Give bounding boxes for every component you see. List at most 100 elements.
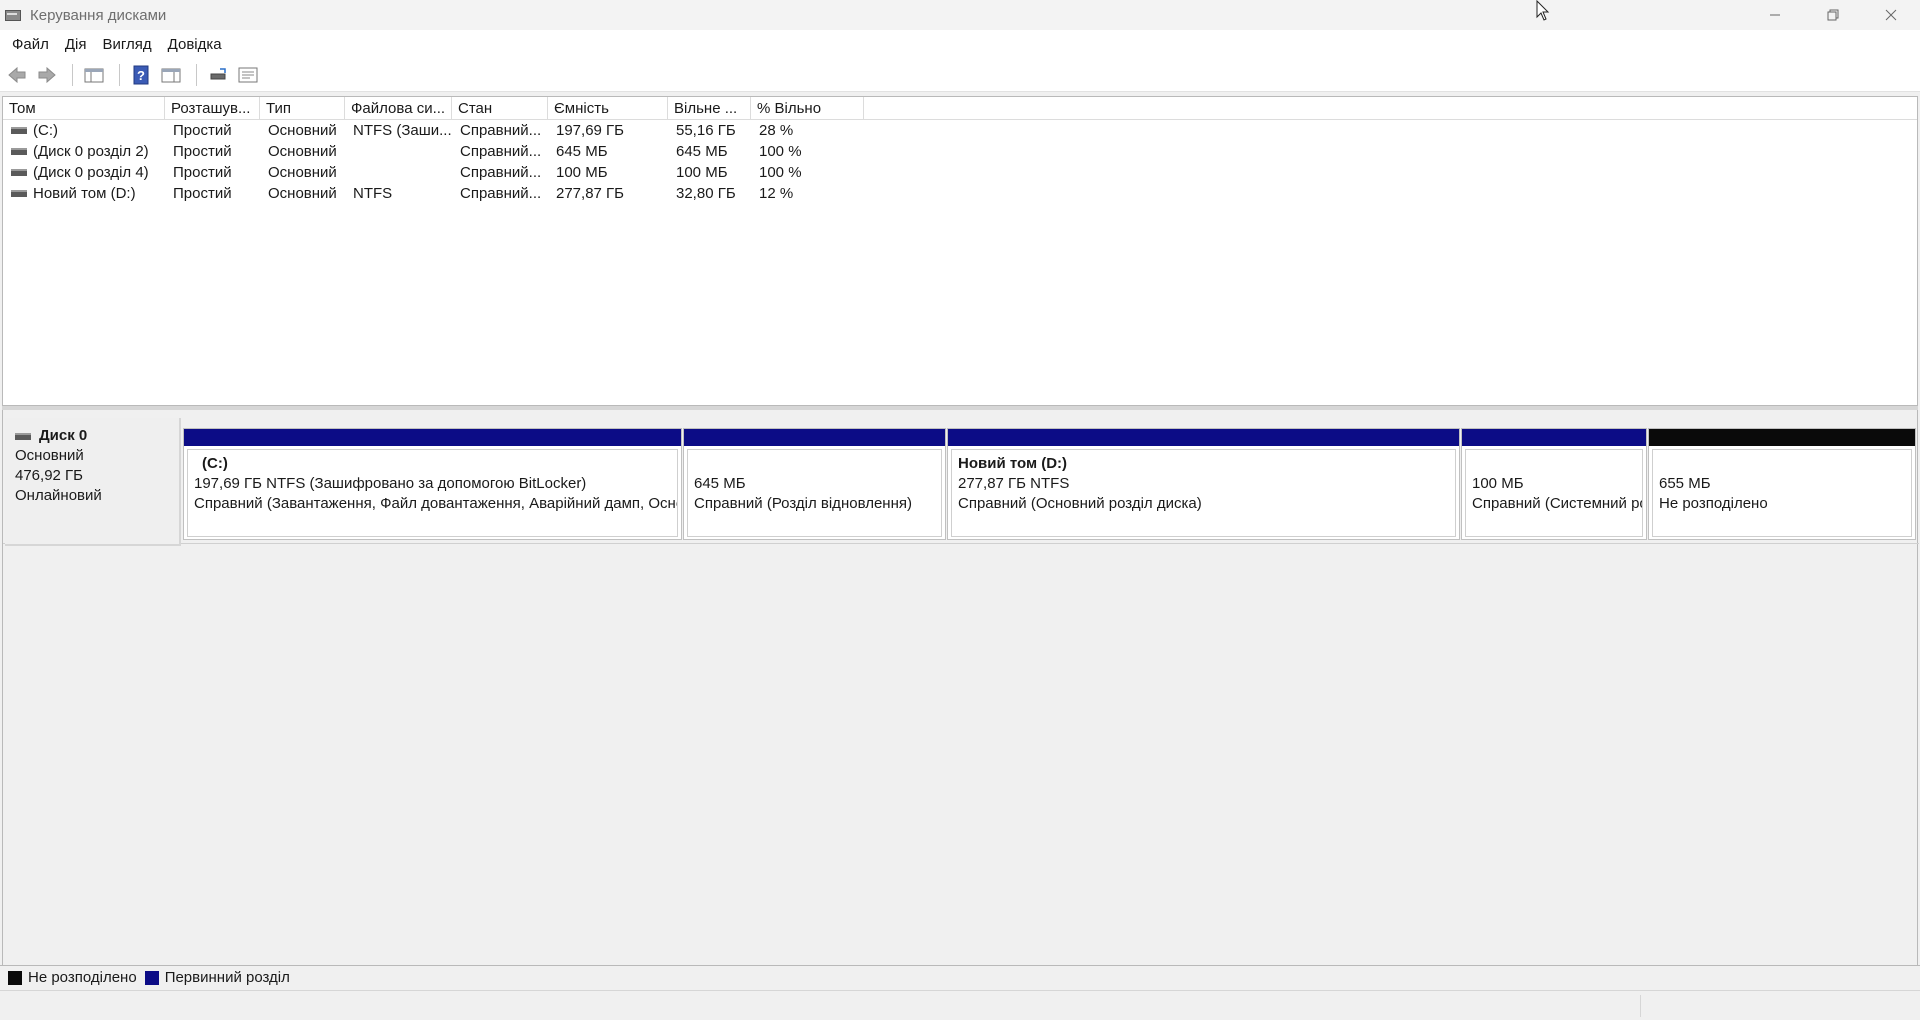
partition-d[interactable]: Новий том (D:) 277,87 ГБ NTFS Справний (… — [947, 428, 1460, 540]
volume-name: (C:) — [33, 122, 58, 139]
partition-size-fs: 277,87 ГБ NTFS — [958, 475, 1070, 492]
menu-help[interactable]: Довідка — [160, 36, 230, 53]
volume-drive-icon — [11, 190, 27, 197]
forward-button[interactable] — [34, 62, 60, 88]
column-header-free-space[interactable]: Вільне ... — [668, 97, 751, 120]
rescan-button[interactable] — [205, 62, 231, 88]
mouse-cursor-icon — [1536, 0, 1550, 21]
window-title: Керування дисками — [30, 6, 167, 24]
restore-icon — [1827, 9, 1839, 21]
partition-efi[interactable]: 100 МБ Справний (Системний розділ EFI) — [1461, 428, 1647, 540]
disk-info-panel[interactable]: Диск 0 Основний 476,92 ГБ Онлайновий — [5, 418, 181, 546]
volume-drive-icon — [11, 169, 27, 176]
disk-type: Основний — [15, 447, 84, 464]
table-row[interactable]: Новий том (D:) Простий Основний NTFS Спр… — [3, 183, 1917, 204]
back-icon — [8, 66, 26, 83]
partition-type-bar — [184, 429, 681, 446]
primary-legend-swatch — [144, 970, 159, 985]
volume-cell: Новий том (D:) — [3, 185, 165, 202]
minimize-button[interactable] — [1746, 0, 1804, 30]
percent-free-cell: 12 % — [759, 185, 794, 202]
disk-row: Диск 0 Основний 476,92 ГБ Онлайновий (C:… — [3, 416, 1919, 546]
menu-bar: Файл Дія Вигляд Довідка — [0, 30, 1920, 58]
menu-view[interactable]: Вигляд — [95, 36, 160, 53]
layout-cell: Простий — [173, 143, 232, 160]
partition-type-bar — [684, 429, 945, 446]
table-row[interactable]: (C:) Простий Основний NTFS (Заши... Спра… — [3, 120, 1917, 141]
menu-file[interactable]: Файл — [4, 36, 57, 53]
filesystem-cell: NTFS — [353, 185, 393, 202]
column-header-filesystem[interactable]: Файлова си... — [345, 97, 452, 120]
volume-cell: (C:) — [3, 122, 165, 139]
free-space-cell: 32,80 ГБ — [676, 185, 736, 202]
partition-type-bar — [948, 429, 1459, 446]
column-header-type[interactable]: Тип — [260, 97, 345, 120]
disk-graphical-view: Диск 0 Основний 476,92 ГБ Онлайновий (C:… — [2, 410, 1919, 965]
partition-recovery[interactable]: 645 МБ Справний (Розділ відновлення) — [683, 428, 946, 540]
partition-body: 645 МБ Справний (Розділ відновлення) — [687, 449, 942, 537]
disk-status: Онлайновий — [15, 487, 102, 504]
close-button[interactable] — [1862, 0, 1920, 30]
volume-cell: (Диск 0 розділ 4) — [3, 164, 165, 181]
layout-cell: Простий — [173, 122, 232, 139]
partition-title: Новий том (D:) — [958, 455, 1068, 472]
legend-unallocated-label: Не розподілено — [28, 969, 137, 986]
volume-list-header: Том Розташув... Тип Файлова си... Стан Є… — [3, 97, 1917, 120]
status-cell: Справний... — [460, 143, 542, 160]
toolbar: ? — [0, 58, 1920, 92]
table-row[interactable]: (Диск 0 розділ 4) Простий Основний Справ… — [3, 162, 1917, 183]
volume-drive-icon — [11, 127, 27, 134]
action-pane-icon — [161, 68, 181, 82]
volume-name: Новий том (D:) — [33, 185, 136, 202]
partition-c[interactable]: (C:) 197,69 ГБ NTFS (Зашифровано за допо… — [183, 428, 682, 540]
status-cell: Справний... — [460, 122, 542, 139]
percent-free-cell: 28 % — [759, 122, 794, 139]
partition-size-fs: 197,69 ГБ NTFS (Зашифровано за допомогою… — [194, 475, 587, 492]
help-button[interactable]: ? — [128, 62, 154, 88]
partition-body: (C:) 197,69 ГБ NTFS (Зашифровано за допо… — [187, 449, 678, 537]
column-header-volume[interactable]: Том — [3, 97, 165, 120]
forward-icon — [38, 66, 56, 83]
capacity-cell: 100 МБ — [556, 164, 608, 181]
toolbar-separator — [72, 63, 73, 86]
partition-size-fs: 655 МБ — [1659, 475, 1711, 492]
layout-cell: Простий — [173, 164, 232, 181]
back-button[interactable] — [4, 62, 30, 88]
free-space-cell: 100 МБ — [676, 164, 728, 181]
window-controls — [1746, 0, 1920, 30]
unallocated-type-bar — [1649, 429, 1915, 446]
partition-title — [1472, 454, 1636, 474]
status-bar — [0, 990, 1920, 1020]
partition-type-bar — [1462, 429, 1646, 446]
menu-action[interactable]: Дія — [57, 36, 95, 53]
restore-button[interactable] — [1804, 0, 1862, 30]
partition-title: (C:) — [202, 455, 228, 472]
volume-cell: (Диск 0 розділ 2) — [3, 143, 165, 160]
action-pane-button[interactable] — [158, 62, 184, 88]
disk-size: 476,92 ГБ — [15, 467, 84, 484]
partition-status: Справний (Системний розділ EFI) — [1472, 495, 1642, 512]
layout-cell: Простий — [173, 185, 232, 202]
partition-unallocated[interactable]: 655 МБ Не розподілено — [1648, 428, 1916, 540]
console-tree-icon — [84, 68, 104, 82]
rescan-icon — [210, 67, 226, 79]
column-header-percent-free[interactable]: % Вільно — [751, 97, 864, 120]
properties-button[interactable] — [235, 62, 261, 88]
capacity-cell: 277,87 ГБ — [556, 185, 625, 202]
partition-body: 655 МБ Не розподілено — [1652, 449, 1912, 537]
column-header-capacity[interactable]: Ємність — [548, 97, 668, 120]
disk-name-label: Диск 0 — [39, 427, 88, 444]
capacity-cell: 197,69 ГБ — [556, 122, 625, 139]
type-cell: Основний — [268, 122, 337, 139]
console-tree-button[interactable] — [81, 62, 107, 88]
title-bar: Керування дисками — [0, 0, 1920, 30]
table-row[interactable]: (Диск 0 розділ 2) Простий Основний Справ… — [3, 141, 1917, 162]
column-header-layout[interactable]: Розташув... — [165, 97, 260, 120]
column-header-status[interactable]: Стан — [452, 97, 548, 120]
filesystem-cell: NTFS (Заши... — [353, 122, 452, 139]
volume-name: (Диск 0 розділ 2) — [33, 143, 149, 160]
partition-status: Справний (Основний розділ диска) — [958, 495, 1202, 512]
status-bar-segment — [1640, 995, 1641, 1017]
partition-title — [694, 454, 935, 474]
volume-list: Том Розташув... Тип Файлова си... Стан Є… — [2, 96, 1918, 406]
